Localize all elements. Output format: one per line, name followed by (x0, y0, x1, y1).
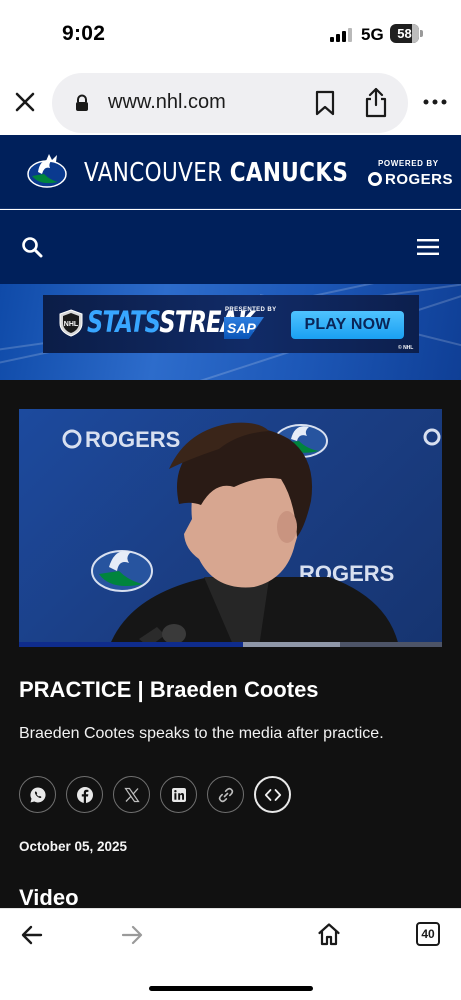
linkedin-icon (171, 787, 186, 802)
rogers-logo[interactable]: ROGERS (368, 170, 453, 188)
backdrop-text-1: ROGERS (85, 427, 180, 452)
video-thumbnail: ROGERS ROGERS (62, 422, 441, 647)
hamburger-menu-icon[interactable] (417, 238, 439, 256)
more-icon[interactable] (423, 99, 447, 105)
bookmark-icon[interactable] (314, 90, 336, 116)
facebook-share-button[interactable] (66, 776, 103, 813)
cellular-signal-icon (330, 28, 354, 42)
canucks-logo-icon[interactable] (26, 152, 68, 192)
link-icon (218, 787, 233, 802)
battery-level: 58 (397, 26, 412, 41)
network-type: 5G (361, 25, 384, 44)
player-figure (109, 422, 399, 647)
sponsor-name: ROGERS (385, 170, 454, 188)
home-icon[interactable] (317, 922, 341, 946)
share-icon[interactable] (364, 86, 388, 118)
close-icon[interactable] (13, 90, 37, 114)
promo-banner: NHL STATSSTREAK PRESENTED BY SAP PLAY NO… (0, 284, 461, 380)
x-icon (123, 787, 140, 802)
status-bar: 9:02 5G 58 (0, 0, 461, 66)
video-progress-bar[interactable] (19, 642, 442, 647)
whatsapp-share-button[interactable] (19, 776, 56, 813)
svg-text:NHL: NHL (64, 321, 79, 328)
facebook-icon (76, 786, 93, 803)
battery-icon: 58 (390, 24, 423, 43)
browser-bottom-toolbar: 40 (0, 908, 461, 1000)
embed-icon (264, 788, 281, 801)
publish-date: October 05, 2025 (19, 839, 128, 854)
site-nav (0, 210, 461, 284)
video-player[interactable]: ROGERS ROGERS (19, 409, 442, 647)
site-header: VANCOUVER CANUCKS POWERED BY ROGERS (0, 135, 461, 209)
copy-link-button[interactable] (207, 776, 244, 813)
forward-arrow-icon[interactable] (121, 925, 143, 945)
browser-address-row: www.nhl.com (0, 66, 461, 135)
stats-streak-ad[interactable]: NHL STATSSTREAK PRESENTED BY SAP PLAY NO… (43, 295, 419, 353)
nhl-shield-icon: NHL (59, 309, 83, 337)
tab-switcher-button[interactable]: 40 (416, 922, 440, 946)
play-now-button[interactable]: PLAY NOW (291, 311, 404, 339)
url-text: www.nhl.com (108, 91, 226, 113)
embed-button[interactable] (254, 776, 291, 813)
team-name[interactable]: VANCOUVER CANUCKS (84, 158, 348, 188)
back-arrow-icon[interactable] (21, 925, 43, 945)
ad-copyright: © NHL (398, 345, 414, 351)
x-share-button[interactable] (113, 776, 150, 813)
lock-icon (76, 94, 88, 111)
linkedin-share-button[interactable] (160, 776, 197, 813)
whatsapp-icon (29, 786, 46, 802)
article-summary: Braeden Cootes speaks to the media after… (19, 725, 384, 742)
address-bar[interactable]: www.nhl.com (52, 73, 408, 133)
home-indicator (149, 986, 313, 991)
status-time: 9:02 (62, 22, 106, 45)
ad-presented-by: PRESENTED BY (225, 307, 277, 313)
sap-logo: SAP (224, 317, 264, 339)
article-title: PRACTICE | Braeden Cootes (19, 677, 319, 702)
backdrop-logo-left (91, 550, 153, 592)
video-progress-fill (19, 642, 244, 647)
powered-by-label: POWERED BY (378, 159, 439, 168)
article-section: ROGERS ROGERS PRACTICE | Braeden Cootes … (0, 380, 461, 910)
search-icon[interactable] (21, 236, 43, 258)
